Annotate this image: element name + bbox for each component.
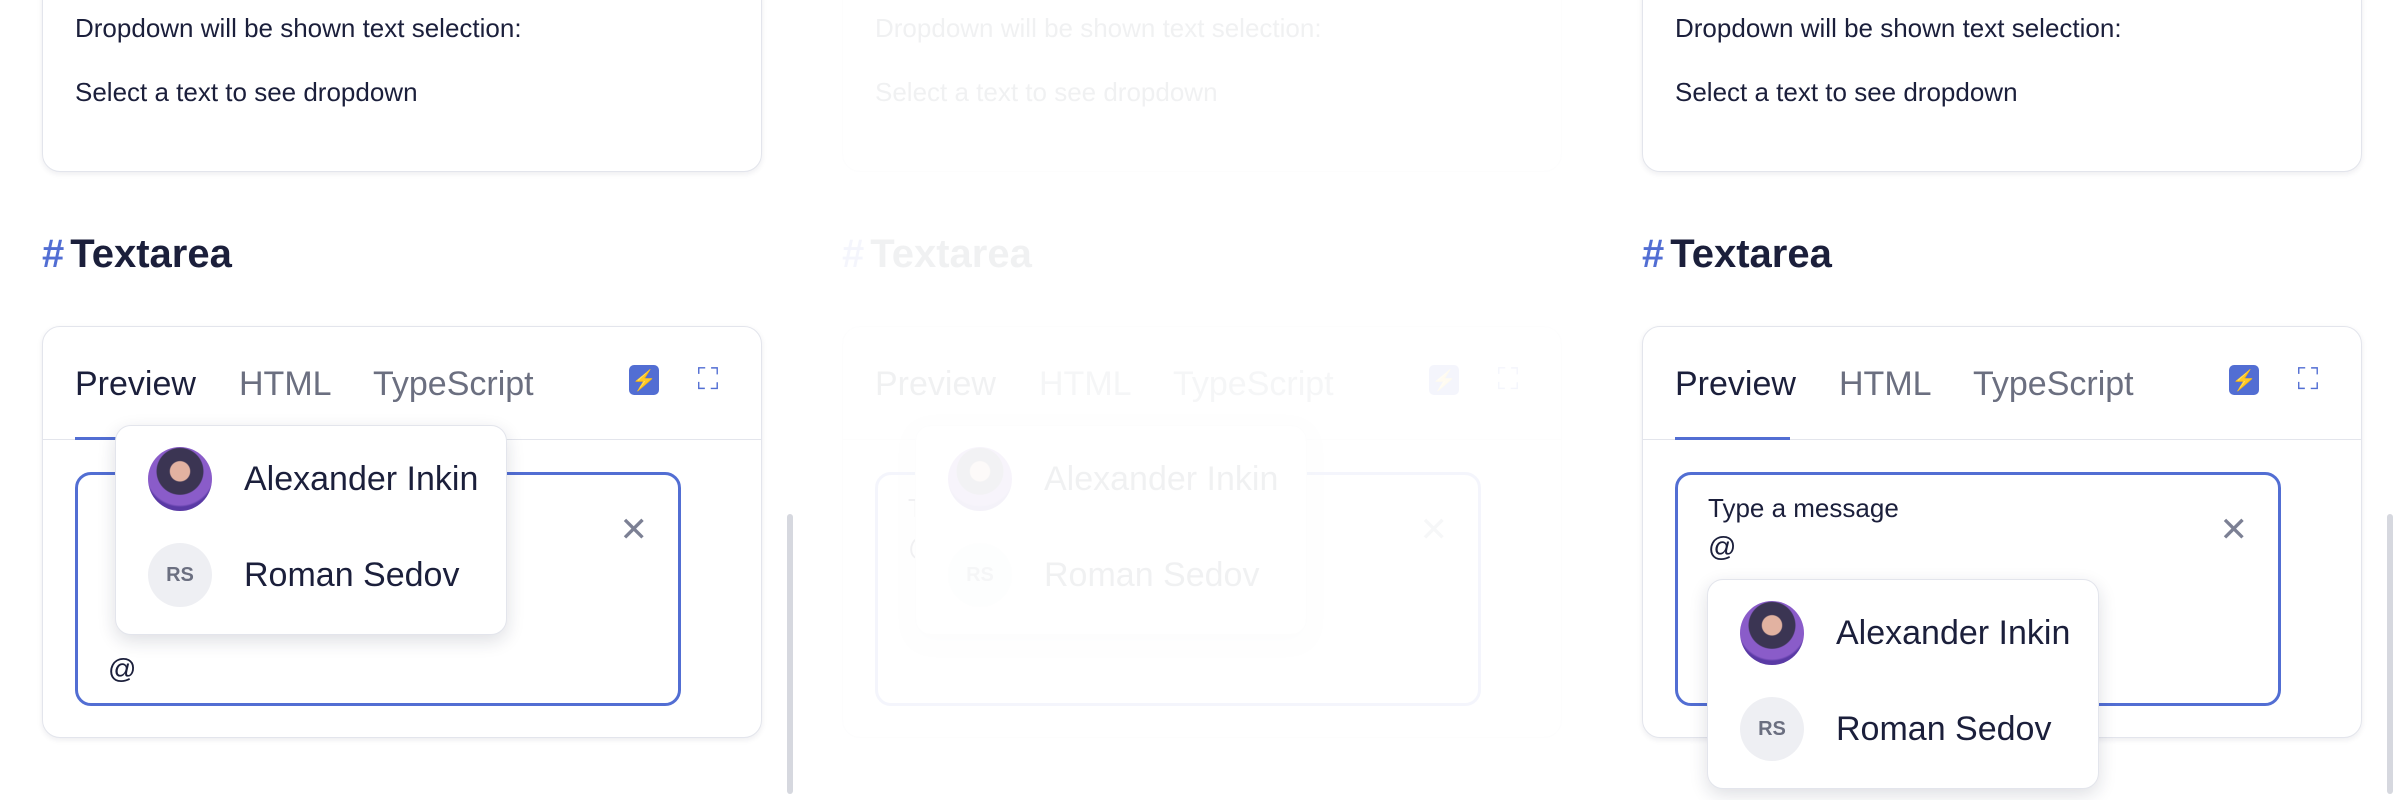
dropdown-option-alexander[interactable]: Alexander Inkin (116, 432, 506, 528)
dropdown-option-roman[interactable]: RS Roman Sedov (916, 528, 1306, 624)
section-title: Textarea (70, 232, 232, 276)
scrollbar[interactable] (2387, 514, 2393, 794)
demo-card: Preview HTML TypeScript ⚡ ⛶ Type a messa… (842, 326, 1562, 738)
close-icon[interactable]: ✕ (620, 510, 649, 550)
dropdown-option-alexander[interactable]: Alexander Inkin (1708, 586, 2098, 682)
mention-dropdown: Alexander Inkin RS Roman Sedov (1707, 579, 2099, 789)
selection-instruction[interactable]: Select a text to see dropdown (75, 77, 418, 108)
avatar: RS (948, 543, 1012, 607)
selection-hint: Dropdown will be shown text selection: (1675, 13, 2122, 43)
bolt-icon[interactable]: ⚡ (629, 365, 659, 395)
textarea-label: Type a message (1708, 493, 1899, 523)
section-title: Textarea (870, 232, 1032, 276)
textarea-value: @ (1708, 531, 1737, 562)
option-name: Alexander Inkin (1044, 460, 1279, 498)
dropdown-option-roman[interactable]: RS Roman Sedov (1708, 682, 2098, 778)
option-name: Roman Sedov (244, 556, 460, 594)
option-name: Alexander Inkin (1836, 614, 2071, 652)
tab-preview[interactable]: Preview (875, 365, 996, 404)
expand-icon[interactable]: ⛶ (693, 363, 723, 396)
close-icon[interactable]: ✕ (2220, 510, 2249, 550)
close-icon[interactable]: ✕ (1420, 510, 1449, 550)
textarea-value: @ (108, 653, 137, 684)
tab-typescript[interactable]: TypeScript (373, 365, 534, 404)
hash-icon[interactable]: # (42, 232, 64, 276)
demo-card: Preview HTML TypeScript ⚡ ⛶ Type a messa… (1642, 326, 2362, 789)
option-name: Alexander Inkin (244, 460, 479, 498)
avatar: RS (1740, 697, 1804, 761)
tab-typescript[interactable]: TypeScript (1173, 365, 1334, 404)
tab-html[interactable]: HTML (1039, 365, 1132, 404)
active-tab-indicator (1675, 437, 1790, 440)
selection-hint: Dropdown will be shown text selection: (75, 13, 522, 43)
bolt-icon[interactable]: ⚡ (2229, 365, 2259, 395)
avatar: RS (148, 543, 212, 607)
avatar (1740, 601, 1804, 665)
expand-icon[interactable]: ⛶ (2293, 363, 2323, 396)
section-heading: # Textarea (42, 232, 232, 277)
avatar (948, 447, 1012, 511)
mention-dropdown: Alexander Inkin RS Roman Sedov (115, 425, 507, 635)
demo-card: Preview HTML TypeScript ⚡ ⛶ @ ✕ Alexande… (42, 326, 762, 738)
avatar (148, 447, 212, 511)
demo-panel-2: Dropdown will be shown text selection: S… (800, 0, 1580, 800)
hash-icon[interactable]: # (1642, 232, 1664, 276)
demo-panel-1: Dropdown will be shown text selection: S… (0, 0, 780, 800)
tab-preview[interactable]: Preview (1675, 365, 1796, 404)
option-name: Roman Sedov (1836, 710, 2052, 748)
option-name: Roman Sedov (1044, 556, 1260, 594)
tabs-bar: Preview HTML TypeScript ⚡ ⛶ (43, 327, 761, 440)
tab-preview[interactable]: Preview (75, 365, 196, 404)
tab-html[interactable]: HTML (239, 365, 332, 404)
text-selection-card: Dropdown will be shown text selection: S… (42, 0, 762, 172)
selection-hint: Dropdown will be shown text selection: (875, 13, 1322, 43)
dropdown-option-alexander[interactable]: Alexander Inkin (916, 432, 1306, 528)
text-selection-card: Dropdown will be shown text selection: S… (1642, 0, 2362, 172)
section-heading: # Textarea (1642, 232, 1832, 277)
scrollbar[interactable] (787, 514, 793, 794)
section-title: Textarea (1670, 232, 1832, 276)
hash-icon[interactable]: # (842, 232, 864, 276)
tabs-bar: Preview HTML TypeScript ⚡ ⛶ (843, 327, 1561, 440)
bolt-icon[interactable]: ⚡ (1429, 365, 1459, 395)
section-heading: # Textarea (842, 232, 1032, 277)
dropdown-option-roman[interactable]: RS Roman Sedov (116, 528, 506, 624)
mention-dropdown: Alexander Inkin RS Roman Sedov (915, 425, 1307, 635)
demo-panel-3: Dropdown will be shown text selection: S… (1600, 0, 2380, 800)
expand-icon[interactable]: ⛶ (1493, 363, 1523, 396)
tab-html[interactable]: HTML (1839, 365, 1932, 404)
selection-instruction[interactable]: Select a text to see dropdown (875, 77, 1218, 108)
selection-instruction[interactable]: Select a text to see dropdown (1675, 77, 2018, 108)
tabs-bar: Preview HTML TypeScript ⚡ ⛶ (1643, 327, 2361, 440)
tab-typescript[interactable]: TypeScript (1973, 365, 2134, 404)
text-selection-card: Dropdown will be shown text selection: S… (842, 0, 1562, 172)
